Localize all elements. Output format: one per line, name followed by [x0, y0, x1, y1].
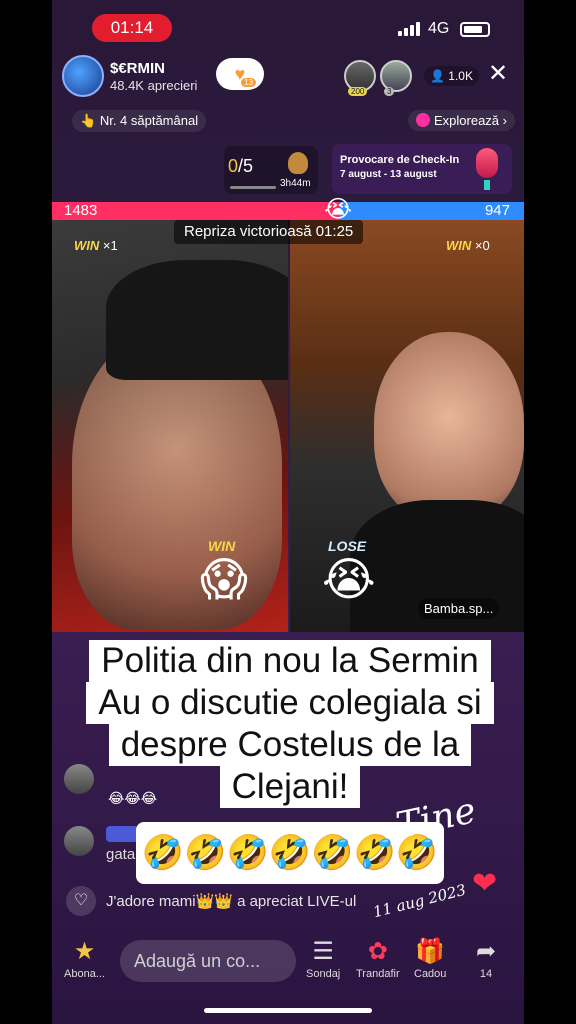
scared-face-icon: 😱 — [200, 553, 248, 605]
home-indicator[interactable] — [204, 1008, 372, 1013]
close-icon[interactable]: ✕ — [488, 62, 508, 86]
poll-label: Sondaj — [306, 968, 341, 980]
share-icon: ➦ — [476, 938, 497, 965]
chat-avatar[interactable] — [64, 826, 94, 856]
subscribe-button[interactable]: ★ Abona... — [64, 938, 105, 980]
explore-label: Explorează › — [434, 113, 507, 128]
gift-button[interactable]: 🎁 Cadou — [414, 938, 446, 980]
video-caption: Politia din nou la Sermin Au o discutie … — [64, 640, 516, 808]
goal-progress-bar — [230, 186, 276, 189]
heart-icon: ♡ — [66, 886, 96, 916]
microphone-icon — [476, 148, 498, 190]
caption-line: Clejani! — [219, 766, 361, 808]
viewer-badge: 3 — [384, 87, 395, 96]
chat-level-badge — [106, 826, 138, 842]
host-avatar[interactable] — [62, 55, 104, 97]
hand-icon: 👆 — [80, 113, 97, 128]
checkin-challenge-banner[interactable]: Provocare de Check-In 7 august - 13 augu… — [332, 144, 512, 194]
host-likes: 48.4K aprecieri — [110, 77, 198, 93]
star-icon: ★ — [73, 938, 96, 965]
goal-widget[interactable]: 0/5 3h44m — [224, 146, 318, 194]
top-viewer-avatar[interactable]: 3 — [380, 60, 412, 96]
status-bar: 01:14 4G — [52, 10, 524, 44]
bottom-bar: ★ Abona... Adaugă un co... ☰ Sondaj ✿ Tr… — [52, 938, 524, 994]
liked-notification: ♡ J'adore mami👑👑 a apreciat LIVE-ul — [66, 886, 356, 916]
host-name: $€RMIN — [110, 59, 166, 77]
subscribe-label: Abona... — [64, 968, 105, 980]
gift-icon: 🎁 — [415, 938, 446, 965]
top-viewer-avatar[interactable]: 200 — [344, 60, 376, 96]
score-left: 1483 — [52, 202, 340, 220]
goal-progress: 0/5 — [228, 156, 254, 176]
liked-text: J'adore mami👑👑 a apreciat LIVE-ul — [106, 893, 357, 910]
host-info[interactable]: $€RMIN 48.4K aprecieri — [62, 54, 197, 98]
opponent-face — [374, 332, 524, 522]
chat-message: gata — [106, 846, 136, 863]
poll-icon: ☰ — [312, 938, 334, 965]
opponent-name[interactable]: Bamba.sp... — [418, 598, 500, 619]
weekly-rank[interactable]: 👆 Nr. 4 săptămânal — [72, 110, 207, 132]
battery-icon — [460, 22, 490, 37]
status-time[interactable]: 01:14 — [92, 14, 172, 42]
rose-label: Trandafir — [356, 968, 400, 980]
signal-icon — [398, 22, 420, 36]
host-video-pane[interactable] — [52, 220, 288, 632]
poll-button[interactable]: ☰ Sondaj — [306, 938, 340, 980]
round-timer: Repriza victorioasă 01:25 — [174, 220, 364, 244]
comment-input[interactable]: Adaugă un co... — [120, 940, 296, 982]
checkin-title: Provocare de Check-In — [340, 154, 460, 166]
goal-timer: 3h44m — [280, 178, 311, 189]
goal-avatar-icon — [288, 152, 308, 174]
crying-face-icon: 😭 — [322, 553, 376, 605]
score-right: 947 — [339, 202, 524, 220]
viewer-count[interactable]: 👤 1.0K — [424, 66, 479, 86]
left-result-label: WIN — [208, 538, 236, 554]
right-win-streak: WIN ×0 — [446, 238, 490, 253]
explore-button[interactable]: Explorează › — [408, 110, 515, 131]
viewer-badge: 200 — [348, 87, 368, 96]
viewer-count-value: 1.0K — [448, 69, 473, 83]
rank-label: Nr. 4 săptămânal — [99, 113, 199, 128]
follow-count: 13 — [241, 78, 256, 87]
follow-button[interactable]: ♥ 13 — [216, 58, 264, 90]
caption-line: Politia din nou la Sermin — [89, 640, 491, 682]
rose-button[interactable]: ✿ Trandafir — [356, 938, 400, 980]
share-button[interactable]: ➦ 14 — [476, 938, 496, 980]
right-result-label: LOSE — [328, 538, 367, 554]
host-helmet — [106, 260, 288, 380]
network-type: 4G — [428, 20, 450, 37]
share-count: 14 — [479, 968, 493, 980]
explore-icon — [416, 113, 430, 127]
person-icon: 👤 — [430, 69, 445, 83]
caption-line: Au o discutie colegiala si — [86, 682, 494, 724]
gift-label: Cadou — [414, 968, 447, 980]
left-win-streak: WIN ×1 — [74, 238, 118, 253]
battle-score-bar: 1483 947 — [52, 202, 524, 220]
caption-line: despre Costelus de la — [108, 724, 472, 766]
rose-icon: ✿ — [367, 938, 388, 965]
floating-heart-icon: ❤ — [472, 867, 498, 900]
checkin-dates: 7 august - 13 august — [340, 169, 437, 180]
